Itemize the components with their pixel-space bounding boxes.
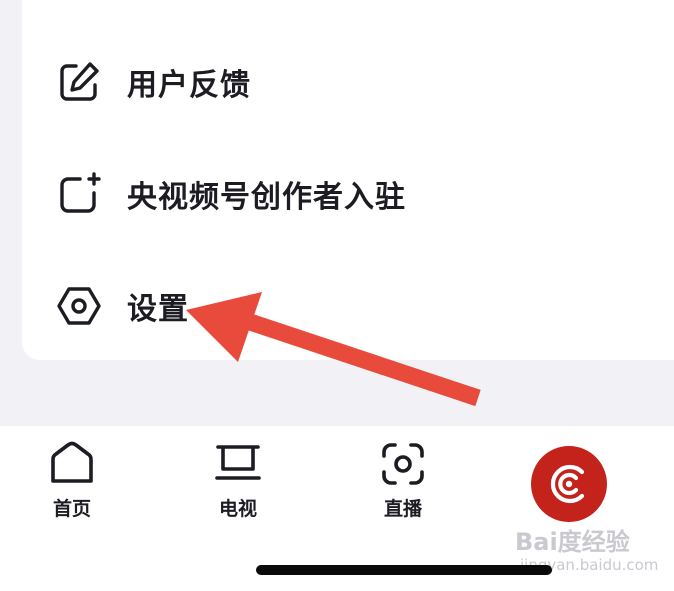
menu-item-settings[interactable]: 设置 (22, 266, 674, 346)
hexagon-settings-icon (56, 283, 102, 329)
tab-label: 首页 (52, 498, 91, 520)
home-indicator (256, 565, 552, 575)
home-icon (48, 440, 96, 488)
add-square-icon (56, 171, 102, 217)
menu-item-label: 用户反馈 (127, 68, 251, 103)
tab-mine-cctv-logo[interactable] (531, 446, 607, 522)
cctv-logo-icon (550, 464, 585, 504)
menu-item-label: 央视频号创作者入驻 (127, 180, 406, 215)
tab-tv[interactable]: 电视 (193, 440, 283, 530)
edit-square-icon (56, 59, 102, 105)
tab-label: 电视 (218, 498, 257, 520)
tv-icon (214, 440, 262, 488)
menu-card: 用户反馈 央视频号创作者入驻 设置 (22, 0, 674, 360)
live-scan-icon (379, 440, 427, 488)
menu-item-creator-signup[interactable]: 央视频号创作者入驻 (22, 154, 674, 234)
watermark-main-text: Bai度经验 (515, 528, 630, 556)
tab-label: 直播 (383, 498, 422, 520)
tab-live[interactable]: 直播 (358, 440, 448, 530)
menu-item-label: 设置 (127, 292, 189, 327)
tab-home[interactable]: 首页 (27, 440, 117, 530)
menu-item-feedback[interactable]: 用户反馈 (22, 42, 674, 122)
